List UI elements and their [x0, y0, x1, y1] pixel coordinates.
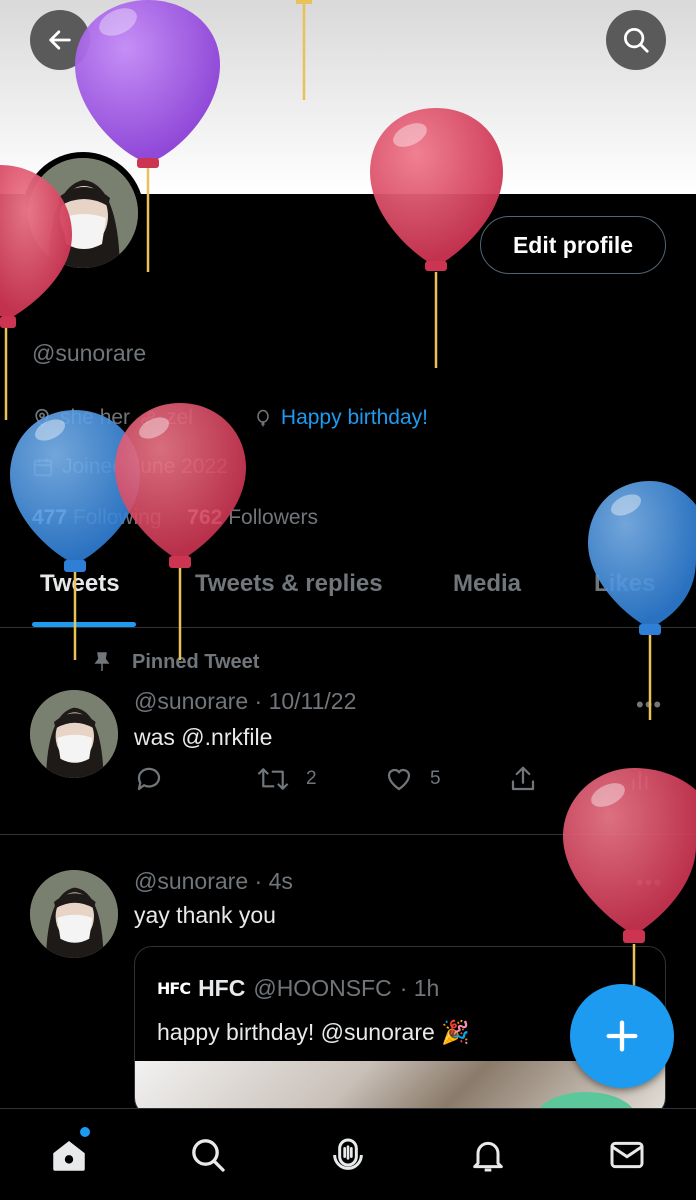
- pin-icon: [94, 652, 110, 671]
- quote-text: happy birthday! @sunorare 🎉: [157, 1019, 470, 1045]
- profile-meta-row-2: Joined June 2022: [32, 455, 228, 479]
- retweet-icon: [257, 768, 289, 790]
- tweet-avatar[interactable]: [30, 870, 118, 958]
- quote-time: · 1h: [399, 975, 440, 1001]
- calendar-icon: [33, 458, 53, 477]
- avatar-photo: [28, 158, 138, 268]
- tweet-header: @sunorare · 4s: [134, 868, 293, 895]
- following-link[interactable]: 477 Following: [32, 506, 162, 529]
- mail-icon: [610, 1141, 644, 1169]
- spaces-icon: [333, 1138, 363, 1170]
- plus-icon: [606, 1020, 638, 1052]
- tab-likes[interactable]: Likes: [594, 570, 655, 598]
- balloon-icon: [257, 409, 269, 427]
- tweet-handle[interactable]: @sunorare: [134, 868, 248, 894]
- nav-home[interactable]: [47, 1133, 91, 1177]
- bottom-nav: [0, 1108, 696, 1200]
- tab-tweets[interactable]: Tweets: [40, 570, 120, 598]
- birthday-text: Happy birthday!: [280, 406, 428, 429]
- nav-spaces[interactable]: [326, 1133, 370, 1177]
- reply-button[interactable]: [134, 764, 164, 794]
- pronouns-text: she her: [60, 406, 131, 429]
- tweet-header: @sunorare · 10/11/22: [134, 688, 356, 715]
- tweet-time: · 4s: [254, 868, 293, 894]
- edit-profile-button[interactable]: Edit profile: [480, 216, 666, 274]
- share-icon: [511, 766, 535, 791]
- active-tab-indicator: [32, 622, 136, 627]
- follow-stats: 477 Following 762 Followers: [32, 506, 318, 530]
- profile-avatar[interactable]: [22, 152, 144, 274]
- quote-header: HFC HFC @HOONSFC · 1h: [157, 975, 439, 1002]
- quote-avatar-logo: HFC: [157, 979, 191, 998]
- search-icon: [624, 28, 649, 53]
- tweet-handle[interactable]: @sunorare: [134, 688, 248, 714]
- tab-tweets-replies[interactable]: Tweets & replies: [195, 570, 383, 598]
- search-button[interactable]: [606, 10, 666, 70]
- tweet-divider: [0, 834, 696, 835]
- search-icon: [192, 1139, 225, 1172]
- tweet-time: · 10/11/22: [254, 688, 357, 714]
- analytics-icon: [632, 771, 648, 790]
- tweet-text: was @.nrkfile: [134, 724, 273, 750]
- arrow-left-icon: [49, 30, 71, 50]
- home-icon: [53, 1141, 85, 1171]
- reply-icon: [137, 767, 161, 791]
- home-unread-dot: [80, 1127, 90, 1137]
- followers-link[interactable]: 762 Followers: [187, 506, 318, 529]
- compose-tweet-button[interactable]: [570, 984, 674, 1088]
- quote-handle: @HOONSFC: [253, 975, 392, 1001]
- joined-date: Joined June 2022: [62, 455, 228, 478]
- quote-name: HFC: [198, 975, 246, 1001]
- like-count: 5: [430, 768, 441, 789]
- tweet-actions: 2 5: [134, 764, 654, 800]
- location-pin-icon: [35, 408, 49, 427]
- tweet-more-icon[interactable]: •••: [636, 870, 662, 896]
- nav-messages[interactable]: [605, 1133, 649, 1177]
- profile-tabs: Tweets Tweets & replies Media Likes: [0, 560, 696, 628]
- website-link[interactable]: zel: [166, 406, 193, 430]
- tweet-more-icon[interactable]: •••: [636, 692, 662, 718]
- tweet-avatar[interactable]: [30, 690, 118, 778]
- retweet-button[interactable]: 2: [256, 764, 317, 794]
- pinned-label: Pinned Tweet: [90, 648, 259, 676]
- profile-handle: @sunorare: [32, 340, 147, 366]
- profile-meta-row-1: she her zel Happy birthday!: [32, 406, 428, 430]
- bell-icon: [473, 1141, 503, 1172]
- like-button[interactable]: 5: [384, 764, 441, 794]
- link-icon: [141, 411, 155, 425]
- tweet-text: yay thank you: [134, 902, 276, 928]
- tab-media[interactable]: Media: [453, 570, 521, 598]
- nav-search[interactable]: [186, 1133, 230, 1177]
- analytics-button[interactable]: [628, 764, 654, 794]
- nav-notifications[interactable]: [466, 1133, 510, 1177]
- retweet-count: 2: [306, 768, 317, 789]
- share-button[interactable]: [508, 764, 538, 794]
- back-button[interactable]: [30, 10, 90, 70]
- heart-icon: [387, 768, 411, 791]
